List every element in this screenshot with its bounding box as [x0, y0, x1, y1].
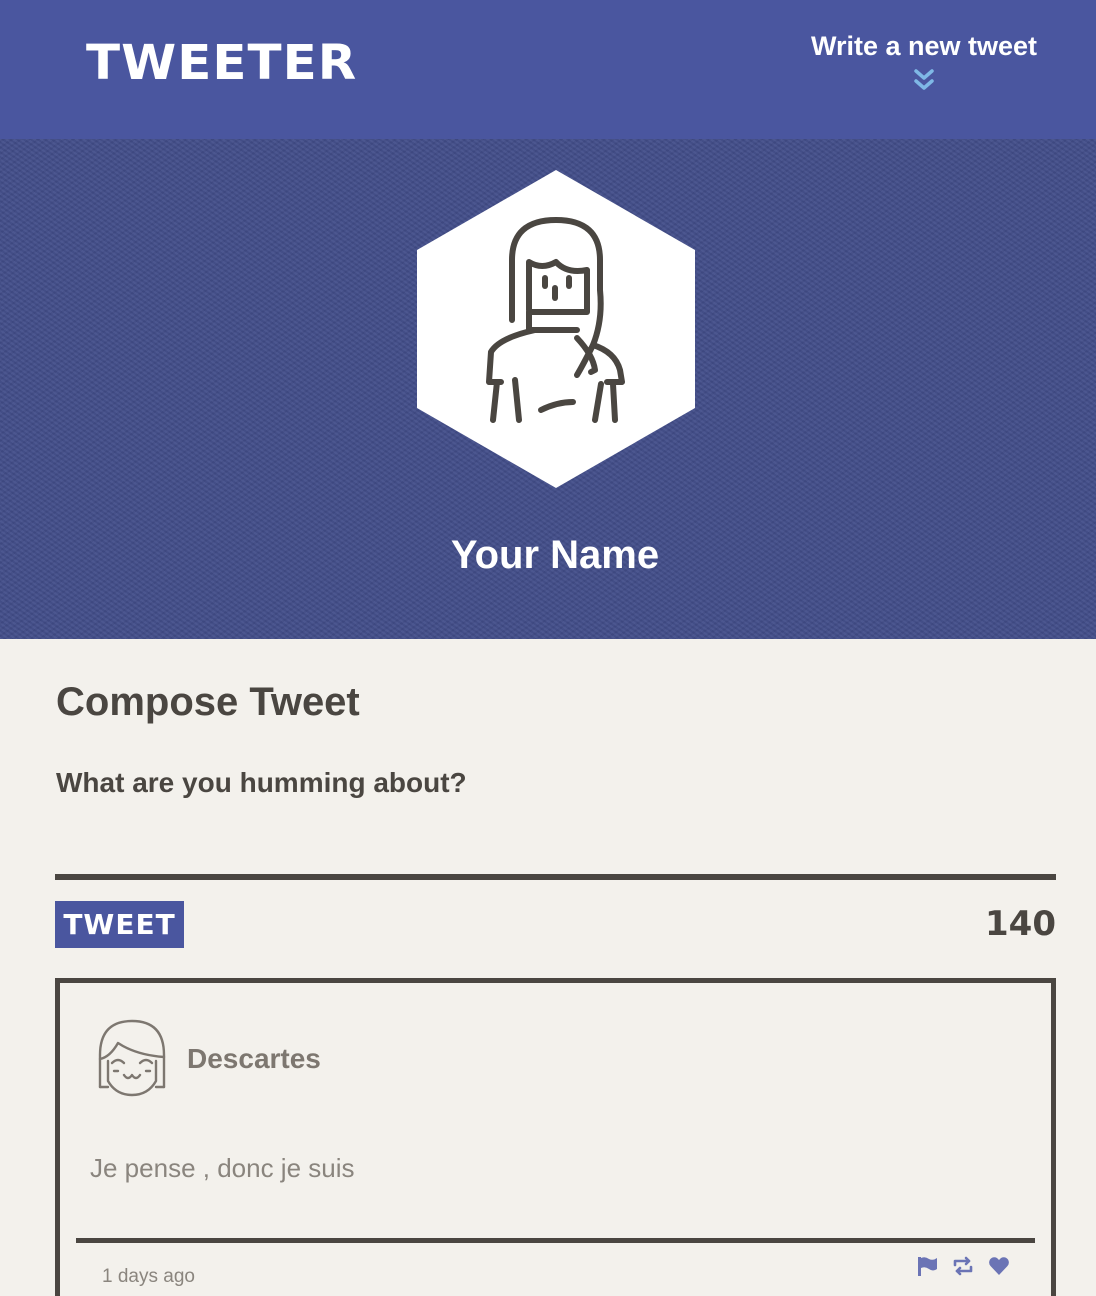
tweet-body: Je pense , donc je suis: [90, 1153, 355, 1183]
app-logo[interactable]: TWEETER: [86, 34, 357, 92]
tweet-timestamp: 1 days ago: [102, 1266, 195, 1287]
heart-icon[interactable]: [988, 1255, 1010, 1277]
write-new-tweet-label[interactable]: Write a new tweet: [790, 28, 1058, 64]
compose-divider: [55, 874, 1056, 880]
flag-icon[interactable]: [916, 1255, 938, 1277]
tweet-submit-button[interactable]: TWEET: [55, 901, 184, 948]
profile-name: Your Name: [450, 533, 660, 577]
tweet-text-input[interactable]: [55, 812, 1056, 874]
write-new-tweet-toggle[interactable]: Write a new tweet: [790, 28, 1058, 104]
tweet-actions: [916, 1255, 1010, 1281]
compose-prompt-label: What are you humming about?: [56, 767, 467, 798]
tweet-author-name[interactable]: Descartes: [187, 1041, 321, 1077]
tweet-divider: [76, 1238, 1035, 1243]
char-counter: 140: [985, 904, 1056, 944]
profile-header: Your Name: [0, 139, 1096, 639]
compose-title: Compose Tweet: [56, 680, 360, 724]
tweet-card: Descartes Je pense , donc je suis 1 days…: [55, 978, 1056, 1296]
top-nav: TWEETER Write a new tweet: [0, 0, 1096, 139]
woman-avatar-icon: [417, 170, 695, 488]
double-chevron-down-icon[interactable]: [913, 68, 935, 92]
smiling-face-avatar-icon: [98, 1019, 166, 1097]
retweet-icon[interactable]: [952, 1255, 974, 1277]
